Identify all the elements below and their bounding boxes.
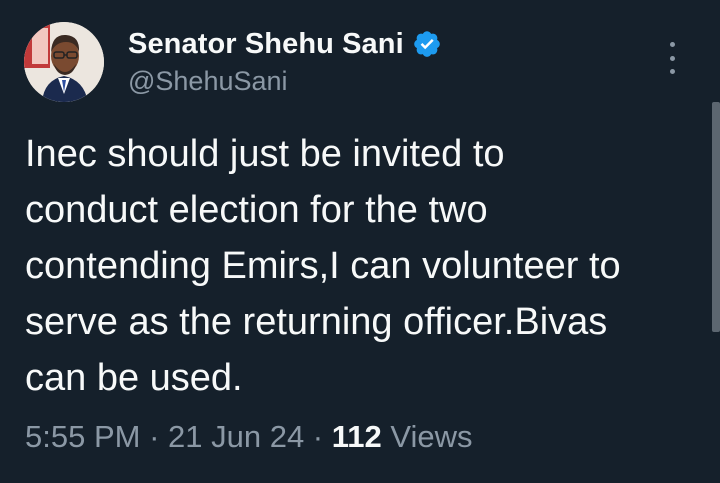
tweet-text-line: can be used. — [25, 357, 243, 399]
more-vertical-icon[interactable] — [660, 40, 684, 76]
avatar-photo — [24, 22, 104, 102]
more-dot — [669, 42, 675, 47]
views-label: Views — [381, 419, 473, 454]
author-handle[interactable]: @ShehuSani — [128, 66, 442, 97]
tweet-text: Inec should just be invited to conduct e… — [25, 126, 705, 406]
more-dot — [669, 69, 675, 74]
tweet-text-line: Inec should just be invited to — [25, 133, 505, 175]
avatar[interactable] — [24, 22, 104, 102]
tweet-text-line: conduct election for the two — [25, 189, 488, 231]
tweet-date[interactable]: 21 Jun 24 — [168, 419, 304, 454]
scrollbar[interactable] — [712, 102, 720, 332]
more-dot — [669, 55, 675, 61]
author-names: Senator Shehu Sani @ShehuSani — [128, 26, 442, 97]
display-name[interactable]: Senator Shehu Sani — [128, 28, 404, 61]
tweet-text-line: serve as the returning officer.Bivas — [25, 301, 608, 343]
tweet-header: Senator Shehu Sani @ShehuSani — [24, 22, 684, 104]
tweet-meta: 5:55 PM · 21 Jun 24 · 112 Views — [25, 419, 473, 455]
meta-separator: · — [304, 419, 332, 454]
tweet-text-line: contending Emirs,I can volunteer to — [25, 245, 621, 287]
display-name-row: Senator Shehu Sani — [128, 26, 442, 62]
views-count[interactable]: 112 — [332, 419, 382, 454]
tweet-card: Senator Shehu Sani @ShehuSani Inec shoul… — [0, 0, 720, 483]
meta-separator: · — [140, 419, 169, 454]
tweet-time[interactable]: 5:55 PM — [25, 419, 140, 454]
verified-badge-icon[interactable] — [412, 29, 442, 59]
